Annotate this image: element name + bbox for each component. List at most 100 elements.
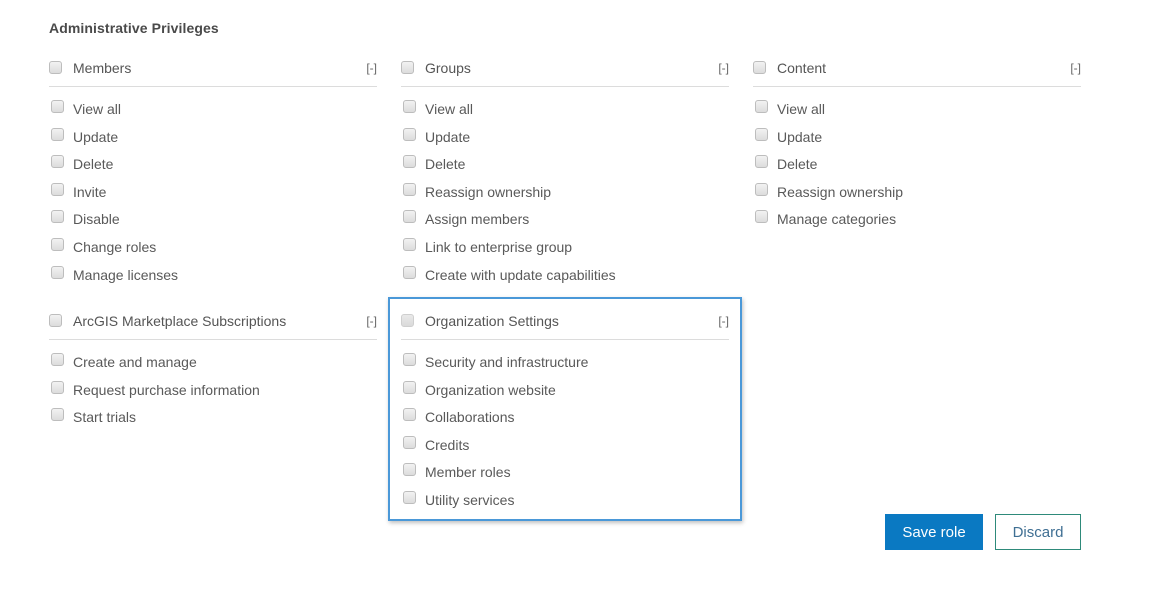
privilege-item[interactable]: Organization website <box>401 378 729 406</box>
privilege-checkbox[interactable] <box>403 237 416 251</box>
privilege-item[interactable]: Update <box>401 125 729 153</box>
privilege-label: Utility services <box>425 491 515 508</box>
privilege-item[interactable]: Member roles <box>401 460 729 488</box>
privilege-label: View all <box>777 101 825 117</box>
collapse-toggle[interactable]: [-] <box>366 61 377 75</box>
privilege-checkbox[interactable] <box>755 210 768 224</box>
privilege-label: Update <box>425 128 471 145</box>
privilege-item[interactable]: Create and manage <box>49 350 377 378</box>
privilege-label: Credits <box>425 436 470 453</box>
privilege-label: Reassign ownership <box>777 183 904 200</box>
privilege-item[interactable]: Request purchase information <box>49 378 377 406</box>
privilege-checkbox[interactable] <box>755 100 768 113</box>
privilege-label: Create and manage <box>73 354 197 370</box>
privilege-item[interactable]: Security and infrastructure <box>401 350 729 378</box>
collapse-toggle[interactable]: [-] <box>718 314 729 328</box>
select-all-checkbox[interactable] <box>49 314 62 327</box>
collapse-toggle[interactable]: [-] <box>718 61 729 75</box>
section-header: Content [-] <box>753 50 1081 87</box>
privilege-item[interactable]: Credits <box>401 433 729 461</box>
privilege-item[interactable]: Manage categories <box>753 207 1081 235</box>
privilege-checkbox[interactable] <box>755 127 768 141</box>
privilege-item[interactable]: Update <box>753 125 1081 153</box>
privilege-checkbox[interactable] <box>51 210 64 224</box>
privilege-item[interactable]: Invite <box>49 180 377 208</box>
privilege-label: Invite <box>73 183 107 200</box>
privilege-checkbox[interactable] <box>403 353 416 366</box>
privilege-item[interactable]: Manage licenses <box>49 263 377 291</box>
section-marketplace: ArcGIS Marketplace Subscriptions [-] Cre… <box>49 303 377 433</box>
privilege-item[interactable]: Delete <box>401 152 729 180</box>
privilege-label: Reassign ownership <box>425 183 552 200</box>
section-label: Organization Settings <box>425 313 559 329</box>
privilege-item[interactable]: Delete <box>753 152 1081 180</box>
privilege-item[interactable]: View all <box>49 97 377 125</box>
privilege-list: Security and infrastructure Organization … <box>401 340 729 516</box>
privilege-label: Organization website <box>425 381 556 398</box>
privilege-checkbox[interactable] <box>403 463 416 477</box>
privilege-item[interactable]: Collaborations <box>401 405 729 433</box>
section-members: Members [-] View all Update Delete Invite Di… <box>49 50 377 290</box>
privilege-item[interactable]: Reassign ownership <box>401 180 729 208</box>
privilege-checkbox[interactable] <box>51 182 64 196</box>
privilege-item[interactable]: Link to enterprise group <box>401 235 729 263</box>
collapse-toggle[interactable]: [-] <box>366 314 377 328</box>
privilege-checkbox[interactable] <box>51 155 64 169</box>
privilege-checkbox[interactable] <box>403 490 416 504</box>
privilege-item[interactable]: Disable <box>49 207 377 235</box>
section-label: Members <box>73 60 132 76</box>
privilege-checkbox[interactable] <box>755 182 768 196</box>
privilege-checkbox[interactable] <box>403 210 416 224</box>
privilege-checkbox[interactable] <box>403 155 416 169</box>
privilege-label: View all <box>425 101 473 117</box>
privilege-label: Delete <box>73 156 114 173</box>
privilege-label: Manage categories <box>777 211 897 228</box>
collapse-toggle[interactable]: [-] <box>1070 61 1081 75</box>
privilege-item[interactable]: Change roles <box>49 235 377 263</box>
privilege-item[interactable]: Start trials <box>49 405 377 433</box>
privilege-item[interactable]: Create with update capabilities <box>401 263 729 291</box>
privilege-label: Create with update capabilities <box>425 266 616 283</box>
privilege-checkbox[interactable] <box>403 127 416 141</box>
privilege-list: Create and manage Request purchase inform… <box>49 340 377 433</box>
privilege-checkbox[interactable] <box>51 100 64 113</box>
privilege-checkbox[interactable] <box>403 408 416 422</box>
privilege-checkbox[interactable] <box>51 353 64 366</box>
privilege-checkbox[interactable] <box>403 265 416 279</box>
save-role-button[interactable]: Save role <box>885 514 983 550</box>
privilege-checkbox[interactable] <box>51 408 64 422</box>
privilege-item[interactable]: View all <box>401 97 729 125</box>
privilege-checkbox[interactable] <box>403 100 416 113</box>
section-content: Content [-] View all Update Delete Reassign… <box>753 50 1081 235</box>
privilege-item[interactable]: Delete <box>49 152 377 180</box>
privilege-item[interactable]: View all <box>753 97 1081 125</box>
privilege-item[interactable]: Update <box>49 125 377 153</box>
privilege-checkbox[interactable] <box>51 127 64 141</box>
section-header: Groups [-] <box>401 50 729 87</box>
privilege-label: Link to enterprise group <box>425 238 573 255</box>
select-all-checkbox[interactable] <box>401 61 414 74</box>
privilege-item[interactable]: Assign members <box>401 207 729 235</box>
privilege-checkbox[interactable] <box>755 155 768 169</box>
privilege-label: Request purchase information <box>73 381 260 398</box>
privilege-checkbox[interactable] <box>403 380 416 394</box>
privilege-label: Member roles <box>425 464 511 481</box>
privilege-label: Assign members <box>425 211 530 228</box>
privilege-item[interactable]: Utility services <box>401 488 729 516</box>
discard-button[interactable]: Discard <box>995 514 1081 550</box>
privilege-label: Update <box>777 128 823 145</box>
privilege-checkbox[interactable] <box>403 182 416 196</box>
privilege-checkbox[interactable] <box>51 380 64 394</box>
privilege-item[interactable]: Reassign ownership <box>753 180 1081 208</box>
privilege-list: View all Update Delete Reassign ownership As… <box>401 87 729 290</box>
section-header: ArcGIS Marketplace Subscriptions [-] <box>49 303 377 340</box>
select-all-checkbox[interactable] <box>49 61 62 74</box>
select-all-checkbox[interactable] <box>753 61 766 74</box>
privilege-checkbox[interactable] <box>51 265 64 279</box>
privilege-list: View all Update Delete Reassign ownership Ma… <box>753 87 1081 235</box>
privilege-checkbox[interactable] <box>51 237 64 251</box>
privilege-list: View all Update Delete Invite Disable Change … <box>49 87 377 290</box>
privilege-checkbox[interactable] <box>403 435 416 449</box>
select-all-checkbox[interactable] <box>401 314 414 327</box>
privilege-label: Delete <box>777 156 818 173</box>
